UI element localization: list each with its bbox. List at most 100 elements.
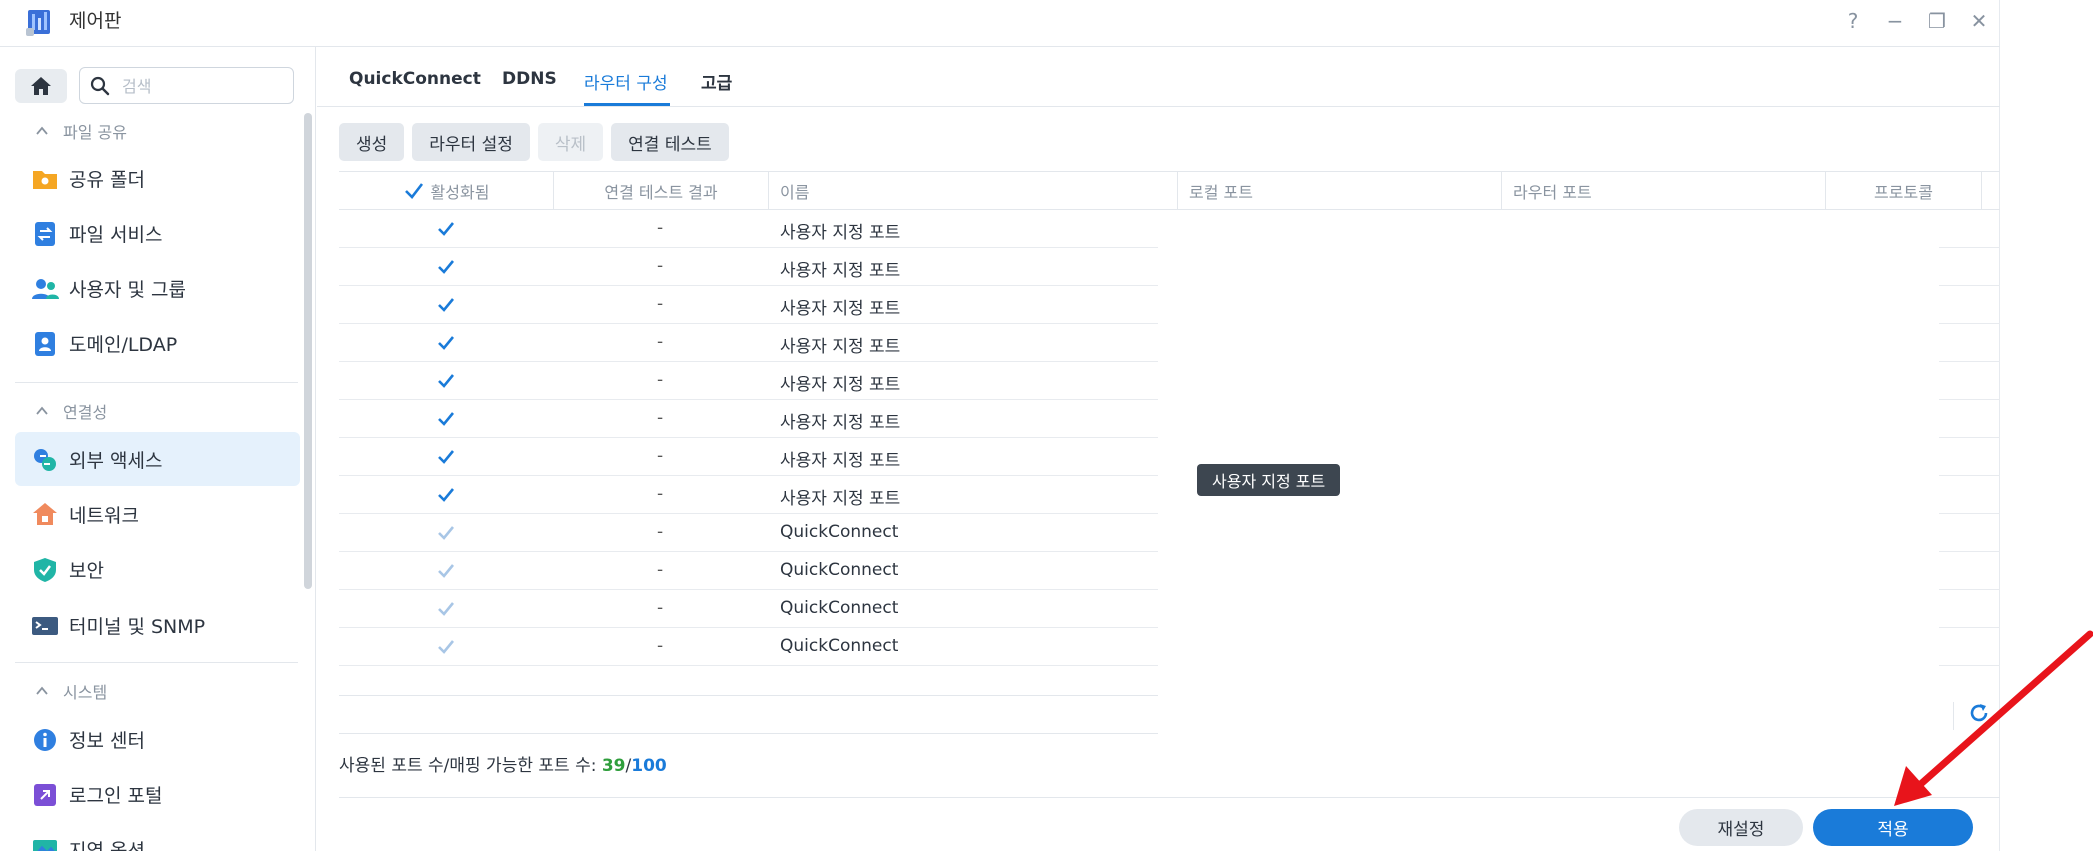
- sidebar-item-external-access[interactable]: 외부 액세스: [15, 432, 300, 486]
- table-row[interactable]: - QuickConnect: [339, 514, 2000, 552]
- test-connection-button[interactable]: 연결 테스트: [611, 123, 729, 161]
- apply-button[interactable]: 적용: [1813, 809, 1973, 846]
- close-icon[interactable]: ✕: [1958, 6, 2000, 36]
- search-field[interactable]: [79, 67, 294, 104]
- column-header-label: 프로토콜: [1874, 183, 1933, 202]
- section-label: 파일 공유: [63, 123, 127, 142]
- toolbar: 생성 라우터 설정 삭제 연결 테스트: [339, 123, 729, 161]
- sidebar-item-label: 외부 액세스: [69, 449, 163, 472]
- tab-ddns[interactable]: DDNS: [502, 69, 557, 89]
- file-services-icon: [35, 222, 55, 246]
- enabled-checkbox-icon[interactable]: [436, 295, 456, 315]
- sidebar-item-users-groups[interactable]: 사용자 및 그룹: [15, 261, 300, 315]
- table-row[interactable]: - 사용자 지정 포트: [339, 286, 2000, 324]
- enabled-checkbox-icon[interactable]: [436, 409, 456, 429]
- sidebar-item-security[interactable]: 보안: [15, 542, 300, 596]
- name-cell: 사용자 지정 포트: [780, 375, 901, 395]
- column-test-result[interactable]: 연결 테스트 결과: [554, 172, 769, 210]
- sidebar-item-domain-ldap[interactable]: 도메인/LDAP: [15, 316, 300, 370]
- enabled-checkbox-icon[interactable]: [436, 333, 456, 353]
- column-header-label: 라우터 포트: [1513, 183, 1592, 202]
- sidebar: 파일 공유 공유 폴더 파일 서비스 사용자 및 그룹: [0, 47, 316, 851]
- sidebar-item-shared-folder[interactable]: 공유 폴더: [15, 151, 300, 205]
- home-button[interactable]: [15, 69, 67, 103]
- footer-divider: [339, 797, 2000, 798]
- enabled-checkbox-icon[interactable]: [436, 447, 456, 467]
- test-result-cell: -: [657, 332, 664, 352]
- table-row[interactable]: - 사용자 지정 포트: [339, 400, 2000, 438]
- create-button[interactable]: 생성: [339, 123, 405, 161]
- title-bar: 제어판 ? − ❐ ✕: [0, 0, 2000, 47]
- table-row[interactable]: - 사용자 지정 포트: [339, 324, 2000, 362]
- enabled-checkbox-icon[interactable]: [436, 219, 456, 239]
- enabled-checkbox-icon[interactable]: [436, 485, 456, 505]
- chevron-up-icon: [36, 126, 48, 135]
- section-system[interactable]: 시스템: [35, 678, 107, 704]
- table-footer-divider: [339, 695, 1158, 696]
- column-local-port[interactable]: 로컬 포트: [1178, 172, 1502, 210]
- name-cell: QuickConnect: [780, 636, 899, 656]
- sidebar-item-file-services[interactable]: 파일 서비스: [15, 206, 300, 260]
- section-file-sharing[interactable]: 파일 공유: [35, 118, 127, 144]
- test-result-cell: -: [657, 370, 664, 390]
- sidebar-item-label: 파일 서비스: [69, 223, 163, 246]
- minimize-icon[interactable]: −: [1874, 6, 1916, 36]
- column-enabled[interactable]: 활성화됨: [339, 172, 554, 210]
- column-name[interactable]: 이름: [769, 172, 1178, 210]
- table-row[interactable]: - QuickConnect: [339, 628, 2000, 666]
- table-row[interactable]: - 사용자 지정 포트: [339, 248, 2000, 286]
- enabled-checkbox-icon: [438, 526, 455, 540]
- row-divider: [339, 665, 1158, 666]
- port-usage-label: 사용된 포트 수/매핑 가능한 포트 수:: [339, 756, 597, 776]
- sidebar-item-label: 터미널 및 SNMP: [69, 615, 206, 638]
- name-tooltip: 사용자 지정 포트: [1197, 464, 1341, 496]
- name-cell: 사용자 지정 포트: [780, 337, 901, 357]
- search-input[interactable]: [122, 74, 282, 98]
- enabled-checkbox-icon[interactable]: [436, 257, 456, 277]
- table-row[interactable]: - 사용자 지정 포트: [339, 362, 2000, 400]
- select-all-checkbox-icon[interactable]: [403, 180, 425, 202]
- tab-router-configuration[interactable]: 라우터 구성: [584, 69, 668, 94]
- column-router-port[interactable]: 라우터 포트: [1502, 172, 1826, 210]
- login-portal-icon: [34, 784, 56, 806]
- test-result-cell: -: [657, 560, 664, 580]
- table-row[interactable]: - QuickConnect: [339, 552, 2000, 590]
- table-row[interactable]: - 사용자 지정 포트: [339, 438, 2000, 476]
- info-center-icon: [34, 729, 56, 751]
- sidebar-item-label: 정보 센터: [69, 729, 145, 752]
- test-result-cell: -: [657, 598, 664, 618]
- sidebar-scrollbar[interactable]: [304, 113, 312, 589]
- delete-button[interactable]: 삭제: [537, 123, 604, 161]
- sidebar-item-label: 도메인/LDAP: [69, 333, 178, 356]
- table-row[interactable]: - QuickConnect: [339, 590, 2000, 628]
- sidebar-item-regional-options[interactable]: 지역 옵션: [15, 822, 300, 851]
- total-port-count: 100: [631, 756, 667, 776]
- name-cell: 사용자 지정 포트: [780, 261, 901, 281]
- column-header-label: 로컬 포트: [1189, 183, 1253, 202]
- restore-icon[interactable]: ❐: [1916, 6, 1958, 36]
- name-cell: 사용자 지정 포트: [780, 451, 901, 471]
- section-connectivity[interactable]: 연결성: [35, 398, 107, 424]
- test-result-cell: -: [657, 218, 664, 238]
- sidebar-item-network[interactable]: 네트워크: [15, 487, 300, 541]
- enabled-checkbox-icon[interactable]: [436, 371, 456, 391]
- table-row[interactable]: - 사용자 지정 포트: [339, 476, 2000, 514]
- section-label: 시스템: [63, 683, 108, 702]
- chevron-up-icon: [36, 406, 48, 415]
- sidebar-item-login-portal[interactable]: 로그인 포털: [15, 767, 300, 821]
- sidebar-item-label: 사용자 및 그룹: [69, 278, 186, 301]
- regional-options-icon: [33, 840, 57, 851]
- router-settings-button[interactable]: 라우터 설정: [412, 123, 530, 161]
- column-protocol[interactable]: 프로토콜: [1826, 172, 1982, 210]
- window-controls: ? − ❐ ✕: [1832, 6, 2000, 36]
- reset-button[interactable]: 재설정: [1679, 809, 1803, 846]
- name-cell: QuickConnect: [780, 522, 899, 542]
- sidebar-item-info-center[interactable]: 정보 센터: [15, 712, 300, 766]
- table-row[interactable]: - 사용자 지정 포트: [339, 210, 2000, 248]
- tab-advanced[interactable]: 고급: [701, 69, 732, 94]
- sidebar-item-terminal-snmp[interactable]: 터미널 및 SNMP: [15, 598, 300, 652]
- tab-quickconnect[interactable]: QuickConnect: [349, 69, 481, 89]
- help-icon[interactable]: ?: [1832, 6, 1874, 36]
- port-usage-summary: 사용된 포트 수/매핑 가능한 포트 수: 39/100: [339, 751, 667, 776]
- name-cell: 사용자 지정 포트: [780, 413, 901, 433]
